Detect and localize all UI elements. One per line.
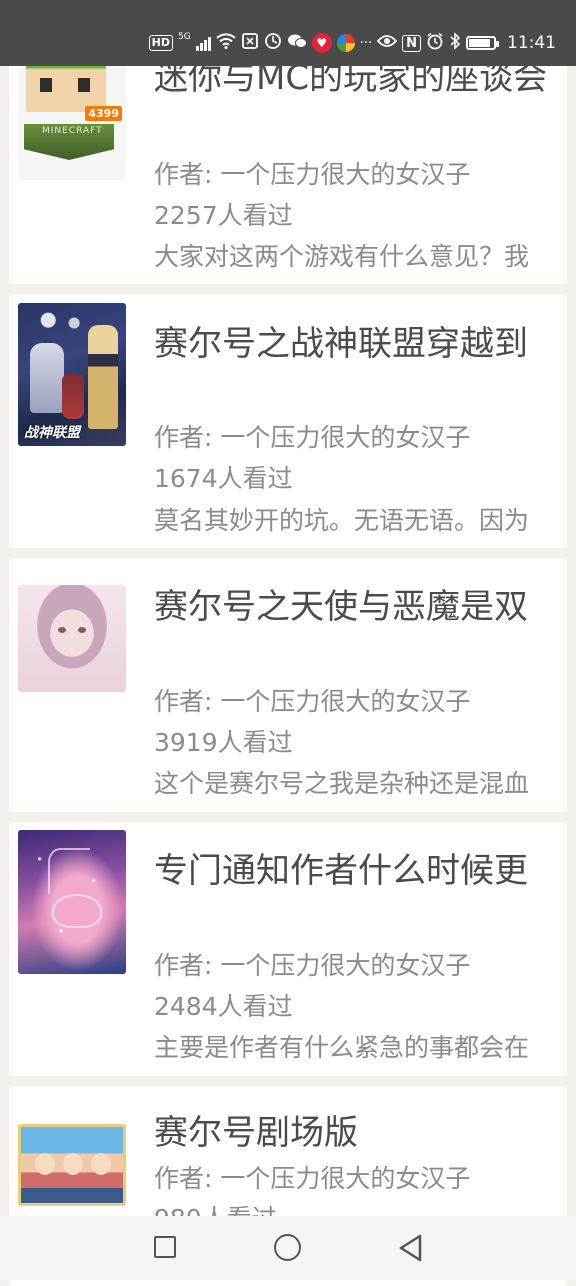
story-author: 作者: 一个压力很大的女汉子 — [154, 687, 471, 716]
story-card[interactable]: 战神联盟 赛尔号之战神联盟穿越到 作者: 一个压力很大的女汉子 1674人看过 … — [9, 294, 567, 548]
story-summary: 莫名其妙开的坑。无语无语。因为 — [154, 506, 530, 535]
cover-badge: 4399 — [85, 106, 122, 121]
cover-detail — [91, 1153, 111, 1175]
system-navigation-bar — [0, 1216, 576, 1280]
cover-detail — [63, 1153, 83, 1175]
cover-detail — [52, 894, 102, 928]
sync-app-icon — [264, 32, 282, 54]
cover-detail — [35, 1153, 55, 1175]
status-bar: HD 5G ♥ ··· N 11:41 — [0, 0, 576, 66]
app-notification-icon: ♥ — [311, 33, 332, 53]
alarm-icon — [426, 32, 444, 54]
cover-title: 战神联盟 — [24, 425, 80, 441]
story-title: 赛尔号之战神联盟穿越到 — [154, 324, 528, 364]
eye-comfort-icon — [376, 34, 398, 52]
story-cover-image: 战神联盟 — [18, 303, 126, 446]
cover-character — [30, 343, 64, 413]
triangle-back-icon — [399, 1234, 422, 1262]
minecraft-logo-icon: MINECRAFT — [24, 124, 114, 160]
story-author: 作者: 一个压力很大的女汉子 — [154, 160, 471, 189]
story-summary: 主要是作者有什么紧急的事都会在 — [154, 1033, 530, 1062]
cover-detail — [48, 848, 90, 894]
more-notifications-icon: ··· — [359, 35, 373, 51]
app-notification-icon — [336, 34, 355, 52]
story-author: 作者: 一个压力很大的女汉子 — [154, 423, 471, 452]
story-title: 赛尔号之天使与恶魔是双 — [154, 587, 528, 627]
story-title: 赛尔号剧场版 — [154, 1113, 358, 1153]
circle-home-icon — [274, 1234, 301, 1261]
hd-call-icon: HD — [148, 35, 173, 51]
notification-app-icon — [241, 32, 259, 54]
story-views: 3919人看过 — [154, 728, 293, 757]
cover-detail — [58, 627, 66, 633]
story-views: 2484人看过 — [154, 992, 293, 1021]
battery-icon — [466, 36, 499, 50]
story-cover-image — [18, 1124, 126, 1206]
story-summary: 这个是赛尔号之我是杂种还是混血 — [154, 769, 530, 798]
story-cover-image: 4399 MINECRAFT — [18, 50, 126, 180]
wechat-icon — [287, 33, 307, 53]
story-cover-image — [18, 830, 126, 974]
story-author: 作者: 一个压力很大的女汉子 — [154, 1164, 471, 1193]
signal-strength-icon — [195, 35, 211, 51]
story-card[interactable]: 赛尔号之天使与恶魔是双 作者: 一个压力很大的女汉子 3919人看过 这个是赛尔… — [9, 558, 567, 812]
home-button[interactable] — [248, 1216, 328, 1280]
cover-character — [88, 325, 118, 429]
wifi-icon — [216, 33, 236, 53]
recent-apps-button[interactable] — [126, 1216, 206, 1280]
story-card[interactable]: 4399 MINECRAFT 迷你与MC的玩家的座谈会 作者: 一个压力很大的女… — [9, 40, 567, 284]
story-title: 专门通知作者什么时候更 — [154, 851, 528, 891]
story-views: 1674人看过 — [154, 464, 293, 493]
square-recents-icon — [154, 1236, 176, 1258]
bluetooth-icon — [449, 32, 461, 54]
cover-character — [62, 373, 84, 419]
story-card[interactable]: 专门通知作者什么时候更 作者: 一个压力很大的女汉子 2484人看过 主要是作者… — [9, 822, 567, 1076]
back-button[interactable] — [370, 1216, 450, 1280]
story-views: 2257人看过 — [154, 201, 293, 230]
cover-detail — [78, 627, 86, 633]
story-summary: 大家对这两个游戏有什么意见？我 — [154, 242, 530, 271]
story-cover-image — [18, 585, 126, 692]
network-type-label: 5G — [178, 32, 191, 42]
clock-time: 11:41 — [507, 33, 556, 53]
story-author: 作者: 一个压力很大的女汉子 — [154, 951, 471, 980]
nfc-icon: N — [402, 34, 421, 52]
